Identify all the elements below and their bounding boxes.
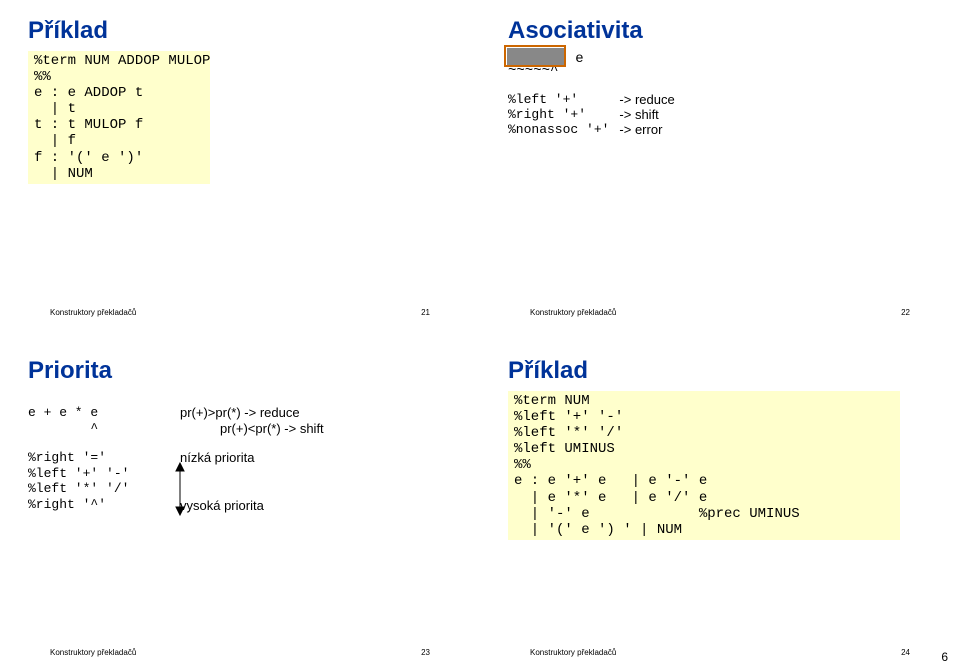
assoc-table: %left '+' -> reduce %right '+' -> shift … — [508, 92, 685, 137]
slide-title: Příklad — [28, 17, 452, 45]
footer-number: 23 — [421, 648, 430, 657]
action-cell: -> error — [619, 122, 684, 137]
footer-text: Konstruktory překladačů — [530, 648, 616, 657]
table-row: %right '+' -> shift — [508, 107, 685, 122]
rule-line: pr(+)>pr(*) -> reduce — [180, 405, 324, 421]
slide-top-left: Příklad %term NUM ADDOP MULOP %% e : e A… — [10, 5, 470, 325]
table-row: %left '+' -> reduce — [508, 92, 685, 107]
decl-line: %left '+' '-' — [28, 466, 129, 482]
slide-bottom-left: Priorita e + e * e ^ %right '=' %left '+… — [10, 345, 470, 665]
priority-arrow-icon — [170, 461, 190, 521]
slide-top-right: Asociativita e + e + e ~~~~~^ %left '+' … — [490, 5, 950, 325]
code-block: %term NUM ADDOP MULOP %% e : e ADDOP t |… — [28, 51, 210, 184]
priority-right-col: pr(+)>pr(*) -> reduce pr(+)<pr(*) -> shi… — [180, 405, 324, 513]
expression-line: e + e * e — [28, 405, 129, 421]
decl-line: %left '*' '/' — [28, 481, 129, 497]
high-priority-label: vysoká priorita — [180, 498, 324, 514]
footer-number: 24 — [901, 648, 910, 657]
table-row: %nonassoc '+' -> error — [508, 122, 685, 137]
decl-cell: %right '+' — [508, 107, 619, 122]
slide-bottom-right: Příklad %term NUM %left '+' '-' %left '*… — [490, 345, 950, 665]
slide-footer: Konstruktory překladačů 21 — [10, 308, 470, 317]
decl-line: %right '^' — [28, 497, 129, 513]
footer-number: 21 — [421, 308, 430, 317]
footer-text: Konstruktory překladačů — [50, 648, 136, 657]
decl-cell: %left '+' — [508, 92, 619, 107]
slide-title: Příklad — [508, 357, 932, 385]
priority-left-col: e + e * e ^ %right '=' %left '+' '-' %le… — [28, 405, 129, 513]
decl-cell: %nonassoc '+' — [508, 122, 619, 137]
marker-line: ^ — [28, 421, 129, 437]
action-cell: -> shift — [619, 107, 684, 122]
slide-footer: Konstruktory překladačů 22 — [490, 308, 950, 317]
code-block: %term NUM %left '+' '-' %left '*' '/' %l… — [508, 391, 900, 540]
page-number: 6 — [941, 650, 948, 664]
action-cell: -> reduce — [619, 92, 684, 107]
rule-line: pr(+)<pr(*) -> shift — [220, 421, 324, 437]
decl-line: %right '=' — [28, 450, 129, 466]
slide-footer: Konstruktory překladačů 23 — [10, 648, 470, 657]
footer-number: 22 — [901, 308, 910, 317]
footer-text: Konstruktory překladačů — [50, 308, 136, 317]
slide-title: Priorita — [28, 357, 452, 385]
slide-title: Asociativita — [508, 17, 932, 45]
low-priority-label: nízká priorita — [180, 450, 324, 466]
slide-footer: Konstruktory překladačů 24 — [490, 648, 950, 657]
footer-text: Konstruktory překladačů — [530, 308, 616, 317]
